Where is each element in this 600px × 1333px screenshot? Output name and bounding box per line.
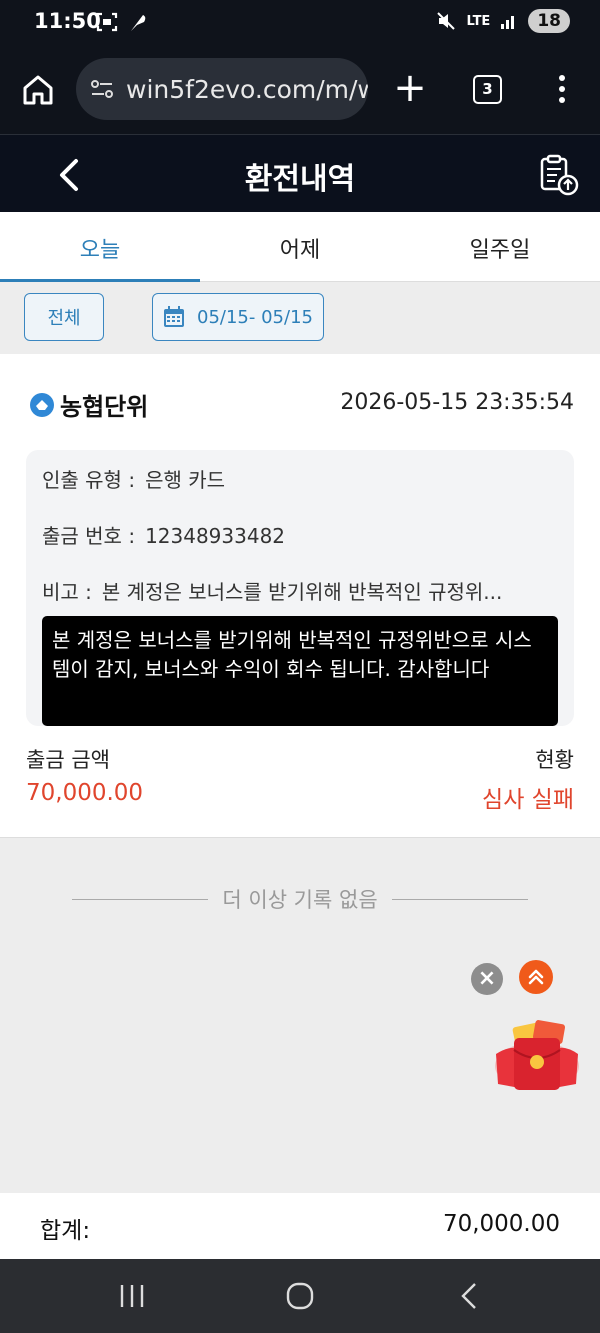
total-value: 70,000.00 <box>442 1211 560 1237</box>
total-label: 합계: <box>40 1218 91 1244</box>
home-nav-icon[interactable] <box>285 1281 315 1311</box>
filter-all-button[interactable]: 전체 <box>24 293 104 341</box>
bank-logo-icon <box>30 392 54 417</box>
remark-value: 본 계정은 보너스를 받기위해 반복적인 규정위... <box>101 580 503 604</box>
withdraw-number-label: 출금 번호 : <box>42 524 136 548</box>
back-nav-icon[interactable] <box>455 1281 485 1311</box>
mute-icon <box>437 12 456 30</box>
withdraw-type-value: 은행 카드 <box>145 468 226 492</box>
date-range-button[interactable]: 05/15- 05/15 <box>152 293 324 341</box>
total-bar: 합계: 70,000.00 <box>0 1193 600 1259</box>
scroll-top-button[interactable] <box>519 960 553 994</box>
site-settings-icon[interactable] <box>90 79 114 99</box>
tab-week[interactable]: 일주일 <box>400 212 600 281</box>
status-time: 11:50 <box>34 9 101 33</box>
amount-label: 출금 금액 <box>26 748 110 772</box>
screenshot-icon <box>96 12 118 32</box>
home-icon[interactable] <box>20 72 56 108</box>
tab-today[interactable]: 오늘 <box>0 212 200 282</box>
feather-icon <box>131 15 146 31</box>
browser-toolbar: win5f2evo.com/m/w + 3 <box>0 46 600 134</box>
calendar-icon <box>164 306 185 327</box>
new-tab-button[interactable]: + <box>392 68 428 108</box>
list-end-text: 더 이상 기록 없음 <box>222 888 378 912</box>
withdraw-type-label: 인출 유형 : <box>42 468 136 492</box>
bank-name-text: 농협단위 <box>60 393 149 421</box>
remark-row[interactable]: 비고 : 본 계정은 보너스를 받기위해 반복적인 규정위... <box>42 576 558 605</box>
record-details: 인출 유형 : 은행 카드 출금 번호 : 12348933482 비고 : 본 계정… <box>26 450 574 726</box>
recent-apps-icon[interactable] <box>117 1281 147 1311</box>
withdraw-number-value: 12348933482 <box>145 524 286 548</box>
status-bar: 11:50 LTE 18 <box>0 0 600 46</box>
filter-bar: 전체 05/15- 05/15 <box>0 282 600 354</box>
withdraw-type-row: 인출 유형 : 은행 카드 <box>42 464 558 493</box>
more-menu-icon[interactable] <box>548 72 576 108</box>
status-badge: 심사 실패 <box>482 787 574 813</box>
withdraw-number-row: 출금 번호 : 12348933482 <box>42 520 558 549</box>
red-envelope-icon[interactable] <box>492 1016 582 1094</box>
status-notification-icons <box>96 11 148 33</box>
url-text: win5f2evo.com/m/w <box>126 74 368 104</box>
double-chevron-up-icon <box>528 969 544 985</box>
page-title: 환전내역 <box>244 162 356 197</box>
bank-name: 농협단위 <box>30 387 148 422</box>
amount-value: 70,000.00 <box>26 780 144 806</box>
close-icon[interactable]: × <box>471 963 503 995</box>
system-navigation-bar <box>0 1259 600 1333</box>
withdraw-record-card[interactable]: 농협단위 2026-05-15 23:35:54 인출 유형 : 은행 카드 출금… <box>0 354 600 838</box>
remark-label: 비고 : <box>42 580 92 604</box>
battery-indicator: 18 <box>528 9 570 33</box>
divider-line-right <box>391 898 529 900</box>
signal-icon <box>501 16 515 29</box>
record-datetime: 2026-05-15 23:35:54 <box>340 390 574 415</box>
network-type: LTE <box>466 13 491 29</box>
date-range-text: 05/15- 05/15 <box>197 306 313 328</box>
divider-line-left <box>72 898 209 900</box>
remark-tooltip: 본 계정은 보너스를 받기위해 반복적인 규정위반으로 시스템이 감지, 보너스… <box>42 616 558 726</box>
app-header: 환전내역 <box>0 134 600 212</box>
tab-yesterday[interactable]: 어제 <box>200 212 400 281</box>
status-label: 현황 <box>535 748 574 772</box>
list-end-divider: 더 이상 기록 없음 <box>72 884 529 914</box>
clipboard-upload-icon[interactable] <box>536 153 580 197</box>
date-tabs: 오늘 어제 일주일 <box>0 212 600 282</box>
tab-switcher-button[interactable]: 3 <box>473 75 502 104</box>
address-bar[interactable]: win5f2evo.com/m/w <box>76 58 368 120</box>
status-right-icons: LTE 18 <box>436 9 570 33</box>
